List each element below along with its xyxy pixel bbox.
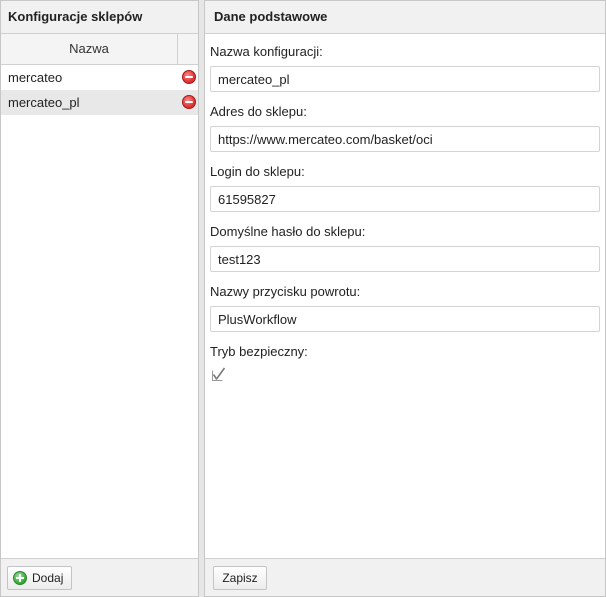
left-panel-title: Konfiguracje sklepów bbox=[1, 1, 198, 34]
shop-address-label: Adres do sklepu: bbox=[210, 104, 307, 119]
safe-mode-checkbox[interactable] bbox=[211, 366, 227, 382]
list-item-label: mercateo bbox=[8, 70, 63, 85]
right-panel-footer: Zapisz bbox=[205, 558, 605, 596]
column-header-actions bbox=[178, 34, 198, 64]
shop-login-label: Login do sklepu: bbox=[210, 164, 305, 179]
add-button-label: Dodaj bbox=[32, 571, 64, 585]
shop-address-input[interactable] bbox=[210, 126, 600, 152]
checkmark-icon bbox=[212, 367, 226, 381]
grid-header: Nazwa bbox=[1, 34, 198, 65]
basic-data-panel: Dane podstawowe Nazwa konfiguracji: Adre… bbox=[204, 0, 606, 597]
add-icon bbox=[13, 571, 27, 585]
delete-icon[interactable] bbox=[182, 95, 196, 109]
config-name-input[interactable] bbox=[210, 66, 600, 92]
save-button[interactable]: Zapisz bbox=[213, 566, 267, 590]
list-item[interactable]: mercateo_pl bbox=[1, 90, 198, 115]
default-password-input[interactable] bbox=[210, 246, 600, 272]
right-panel-title: Dane podstawowe bbox=[205, 1, 605, 34]
list-item[interactable]: mercateo bbox=[1, 65, 198, 90]
shop-login-input[interactable] bbox=[210, 186, 600, 212]
add-button[interactable]: Dodaj bbox=[7, 566, 72, 590]
shop-config-list-panel: Konfiguracje sklepów Nazwa mercateo merc… bbox=[0, 0, 199, 597]
return-button-name-label: Nazwy przycisku powrotu: bbox=[210, 284, 361, 299]
left-panel-footer: Dodaj bbox=[1, 558, 198, 596]
config-form: Nazwa konfiguracji: Adres do sklepu: Log… bbox=[205, 34, 605, 382]
config-name-label: Nazwa konfiguracji: bbox=[210, 44, 323, 59]
column-header-name[interactable]: Nazwa bbox=[1, 34, 178, 64]
list-item-label: mercateo_pl bbox=[8, 95, 80, 110]
default-password-label: Domyślne hasło do sklepu: bbox=[210, 224, 366, 239]
delete-icon[interactable] bbox=[182, 70, 196, 84]
safe-mode-label: Tryb bezpieczny: bbox=[210, 344, 308, 359]
return-button-name-input[interactable] bbox=[210, 306, 600, 332]
